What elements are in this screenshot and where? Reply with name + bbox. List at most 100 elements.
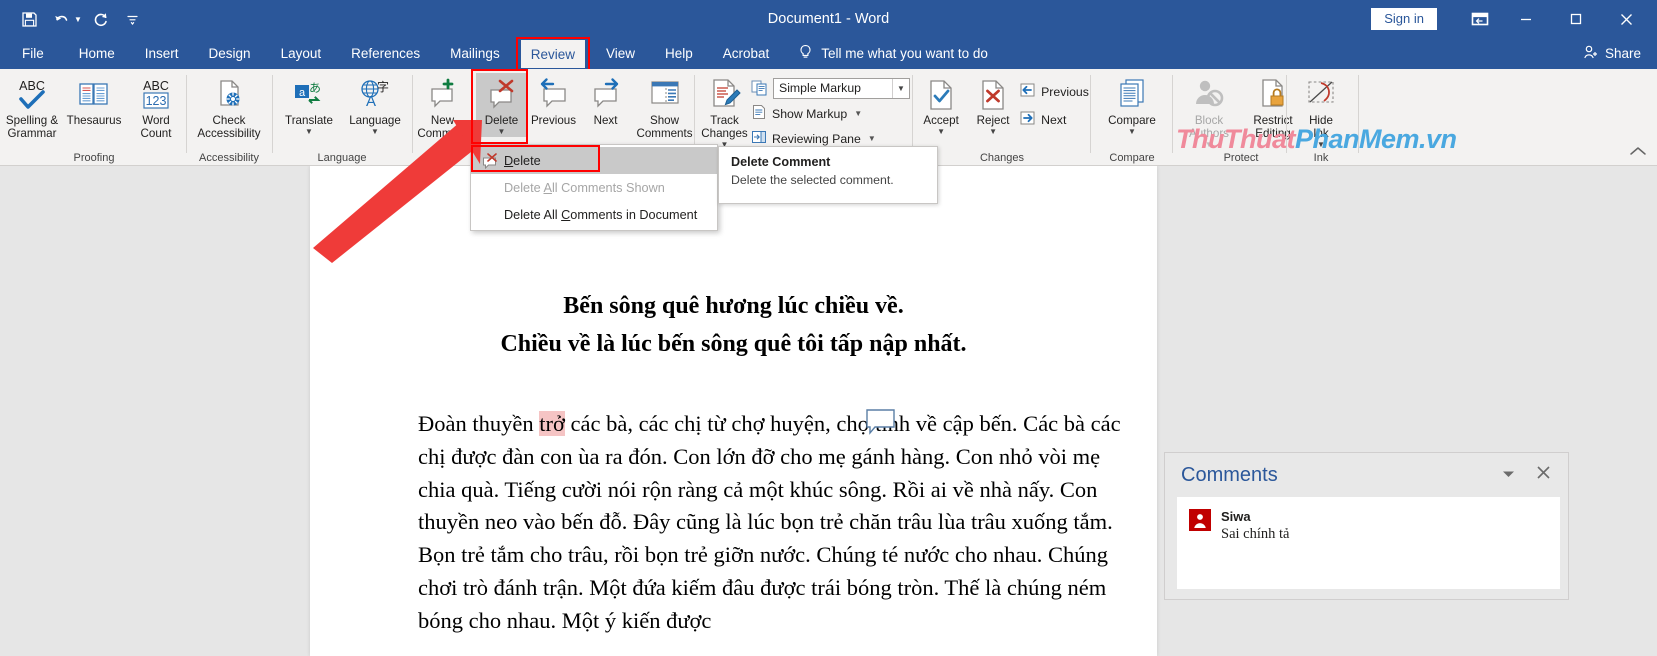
tab-home[interactable]: Home xyxy=(64,38,130,69)
menu-item-delete-all-comments-in-document[interactable]: Delete All Comments in Document xyxy=(471,201,717,228)
comment-content: Siwa Sai chính tả xyxy=(1221,509,1289,543)
minimize-icon[interactable] xyxy=(1501,0,1551,38)
reject-dropdown-caret-icon[interactable]: ▼ xyxy=(989,128,997,136)
show-comments-label: Show Comments xyxy=(636,114,693,140)
lightbulb-icon xyxy=(798,44,813,64)
tab-file[interactable]: File xyxy=(0,38,64,69)
check-accessibility-icon xyxy=(212,77,246,111)
svg-text:123: 123 xyxy=(146,94,167,108)
menu-item-delete-all-comments-shown: Delete All Comments Shown xyxy=(471,174,717,201)
compare-button[interactable]: Compare ▼ xyxy=(1094,73,1170,136)
reject-label: Reject xyxy=(976,114,1010,127)
accept-dropdown-caret-icon[interactable]: ▼ xyxy=(937,128,945,136)
reviewing-pane-caret-icon[interactable]: ▼ xyxy=(868,134,876,143)
tab-help[interactable]: Help xyxy=(650,38,708,69)
comments-pane-title: Comments xyxy=(1181,463,1278,486)
delete-comment-small-icon xyxy=(476,152,504,169)
translate-dropdown-caret-icon[interactable]: ▼ xyxy=(305,128,313,136)
comments-pane-chevron-down-icon[interactable] xyxy=(1502,466,1515,484)
window-controls: Sign in xyxy=(1371,0,1657,38)
language-dropdown-caret-icon[interactable]: ▼ xyxy=(371,128,379,136)
translate-button[interactable]: aあ Translate ▼ xyxy=(276,73,342,136)
document-body-paragraph[interactable]: Đoàn thuyền trở các bà, các chị từ chợ h… xyxy=(310,364,1157,638)
previous-comment-label: Previous xyxy=(530,114,577,127)
hide-ink-icon xyxy=(1304,77,1338,111)
svg-text:ABC: ABC xyxy=(19,79,45,93)
tab-insert[interactable]: Insert xyxy=(130,38,194,69)
watermark-part-1: ThuThuat xyxy=(1176,124,1295,154)
comments-pane: Comments Siwa Sai chính tả xyxy=(1164,452,1569,600)
markup-display-dropdown[interactable]: Simple Markup ▼ xyxy=(773,78,910,99)
undo-icon[interactable] xyxy=(46,5,76,33)
previous-comment-icon xyxy=(537,77,571,111)
thesaurus-button[interactable]: Thesaurus xyxy=(63,73,125,127)
sign-in-button[interactable]: Sign in xyxy=(1371,7,1437,31)
tab-review[interactable]: Review xyxy=(515,37,591,71)
menu-item-delete[interactable]: Delete xyxy=(471,147,717,174)
restore-icon[interactable] xyxy=(1551,0,1601,38)
show-comments-button[interactable]: Show Comments xyxy=(632,73,698,140)
save-icon[interactable] xyxy=(14,5,44,33)
show-markup-caret-icon[interactable]: ▼ xyxy=(854,109,862,118)
tab-layout[interactable]: Layout xyxy=(266,38,337,69)
tab-design[interactable]: Design xyxy=(194,38,266,69)
accept-icon xyxy=(926,77,956,111)
word-count-icon: ABC 123 xyxy=(136,77,176,111)
customize-qat-icon[interactable] xyxy=(118,5,148,33)
compare-dropdown-caret-icon[interactable]: ▼ xyxy=(1128,128,1136,136)
tab-mailings[interactable]: Mailings xyxy=(435,38,515,69)
collapse-ribbon-icon[interactable] xyxy=(1629,146,1647,161)
new-comment-icon xyxy=(426,77,460,111)
next-change-row[interactable]: Next xyxy=(1019,108,1089,131)
markup-display-caret-icon[interactable]: ▼ xyxy=(892,79,909,98)
tab-acrobat[interactable]: Acrobat xyxy=(708,38,785,69)
previous-change-row[interactable]: Previous xyxy=(1019,80,1089,103)
tooltip-title: Delete Comment xyxy=(731,155,831,169)
svg-text:字: 字 xyxy=(377,79,389,94)
undo-dropdown-caret-icon[interactable]: ▼ xyxy=(74,15,82,24)
accept-button[interactable]: Accept ▼ xyxy=(915,73,967,136)
comment-balloon-anchor-icon[interactable] xyxy=(866,409,896,440)
comments-pane-close-icon[interactable] xyxy=(1537,466,1550,484)
reject-button[interactable]: Reject ▼ xyxy=(967,73,1019,136)
spelling-grammar-button[interactable]: ABC Spelling & Grammar xyxy=(1,73,63,140)
track-changes-label: Track Changes xyxy=(701,114,748,140)
document-page[interactable]: Bến sông quê hương lúc chiều về. Chiều v… xyxy=(310,166,1157,656)
title-bar: ▼ Document1 - Word Sign in xyxy=(0,0,1657,38)
tell-me-search[interactable]: Tell me what you want to do xyxy=(798,38,988,69)
tab-view[interactable]: View xyxy=(591,38,650,69)
share-button[interactable]: Share xyxy=(1583,38,1641,69)
delete-dropdown-caret-icon[interactable]: ▼ xyxy=(498,128,506,136)
track-changes-button[interactable]: Track Changes ▼ xyxy=(698,73,751,149)
show-markup-row[interactable]: Show Markup ▼ xyxy=(751,102,910,125)
comment-author: Siwa xyxy=(1221,509,1251,524)
accept-label: Accept xyxy=(923,114,959,127)
translate-label: Translate xyxy=(285,114,333,127)
redo-icon[interactable] xyxy=(86,5,116,33)
body-text-before: Đoàn thuyền xyxy=(418,410,540,436)
share-person-icon xyxy=(1583,44,1599,63)
show-markup-label: Show Markup xyxy=(772,106,848,121)
ribbon-display-options-icon[interactable] xyxy=(1459,0,1501,38)
menu-item-delete-all-document-label: Delete All Comments in Document xyxy=(504,207,698,222)
check-accessibility-button[interactable]: Check Accessibility xyxy=(190,73,268,140)
comments-pane-body[interactable]: Siwa Sai chính tả xyxy=(1177,497,1560,589)
body-text-after: các bà, các chị từ chợ huyện, chợ tỉnh v… xyxy=(418,410,1121,633)
previous-comment-button[interactable]: Previous xyxy=(528,73,580,127)
compare-label: Compare xyxy=(1108,114,1156,127)
language-label: Language xyxy=(349,114,401,127)
menu-item-delete-label: Delete xyxy=(504,153,541,168)
word-count-button[interactable]: ABC 123 Word Count xyxy=(125,73,187,140)
watermark-part-3: .vn xyxy=(1419,124,1457,154)
thesaurus-icon xyxy=(77,77,111,111)
delete-comment-button[interactable]: Delete ▼ xyxy=(475,73,528,137)
language-button[interactable]: A字 Language ▼ xyxy=(342,73,408,136)
comment-item[interactable]: Siwa Sai chính tả xyxy=(1177,497,1560,543)
translate-icon: aあ xyxy=(292,77,326,111)
next-comment-button[interactable]: Next xyxy=(580,73,632,127)
tab-references[interactable]: References xyxy=(336,38,435,69)
share-label: Share xyxy=(1604,46,1641,61)
commented-text-highlight[interactable]: trở xyxy=(539,410,565,436)
close-icon[interactable] xyxy=(1601,0,1651,38)
new-comment-button[interactable]: New Comment xyxy=(410,73,476,140)
